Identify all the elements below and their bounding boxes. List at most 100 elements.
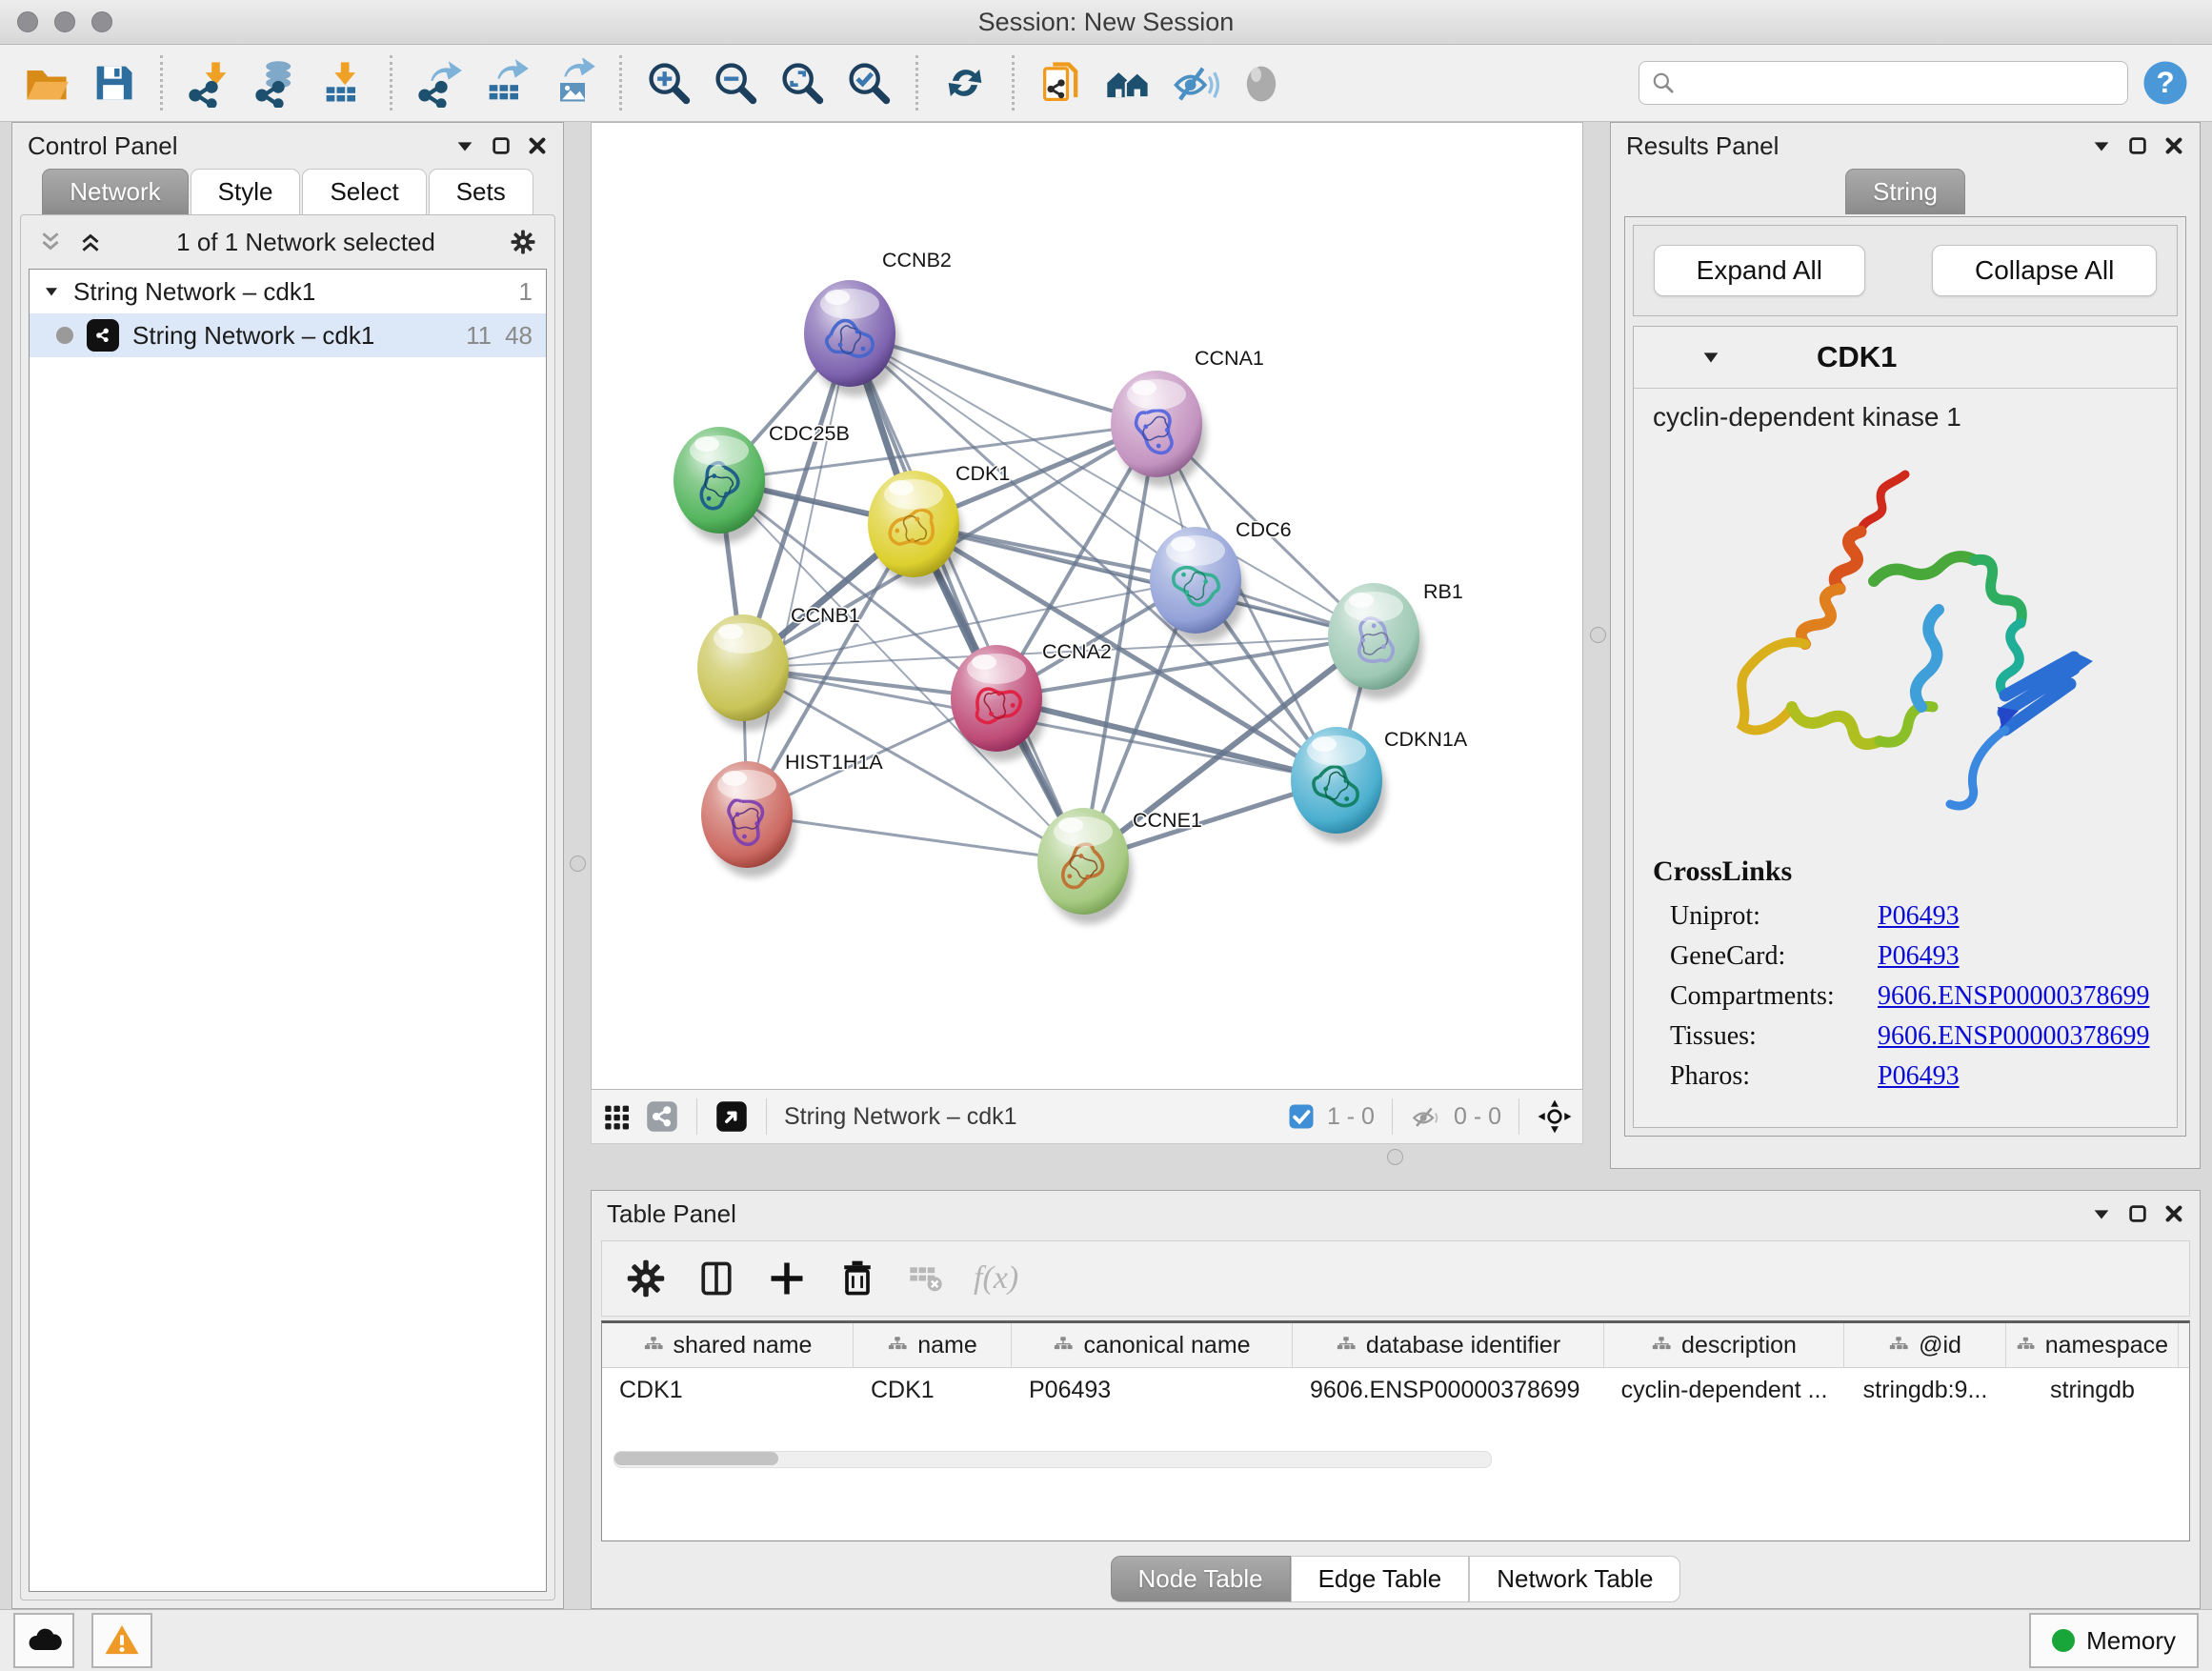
collapse-all-networks-icon[interactable] (38, 230, 63, 254)
float-panel-icon[interactable] (2127, 135, 2148, 156)
network-node-CDC6[interactable] (1150, 527, 1241, 634)
crosslink-link[interactable]: 9606.ENSP00000378699 (1878, 981, 2149, 1012)
table-cell[interactable]: P06493 (1012, 1368, 1293, 1412)
collection-expand-icon[interactable] (43, 283, 60, 300)
table-cell[interactable]: stringdb:9... (1844, 1368, 2006, 1412)
tab-network-table[interactable]: Network Table (1469, 1556, 1680, 1602)
warnings-button[interactable] (91, 1613, 152, 1668)
network-node-CDKN1A[interactable] (1291, 727, 1382, 834)
table-options-gear-icon[interactable] (625, 1258, 667, 1299)
import-table-button[interactable] (313, 53, 372, 112)
float-panel-icon[interactable] (491, 135, 512, 156)
gene-collapse-icon[interactable] (1700, 347, 1721, 368)
tab-edge-table[interactable]: Edge Table (1291, 1556, 1470, 1602)
table-cell[interactable]: cyclin-dependent ... (1604, 1368, 1844, 1412)
search-box[interactable] (1639, 61, 2128, 105)
window-controls[interactable] (17, 11, 112, 32)
tab-style[interactable]: Style (191, 169, 301, 214)
float-panel-icon[interactable] (2127, 1203, 2148, 1224)
tab-string[interactable]: String (1845, 169, 1965, 214)
zoom-selected-button[interactable] (839, 53, 898, 112)
help-button[interactable]: ? (2136, 53, 2195, 112)
search-input[interactable] (1685, 69, 2116, 97)
tab-node-table[interactable]: Node Table (1111, 1556, 1291, 1602)
column-header-database-identifier[interactable]: database identifier (1293, 1323, 1604, 1367)
network-node-CCNB2[interactable] (804, 280, 895, 387)
export-table-button[interactable] (476, 53, 535, 112)
refresh-button[interactable] (935, 53, 995, 112)
selected-checkbox-icon[interactable] (1287, 1102, 1316, 1131)
maximize-window-button[interactable] (91, 11, 112, 32)
horizontal-splitter[interactable] (591, 1144, 1583, 1169)
table-cell[interactable]: 9606.ENSP00000378699 (1293, 1368, 1604, 1412)
tab-network[interactable]: Network (42, 169, 188, 214)
expand-all-networks-icon[interactable] (78, 230, 103, 254)
table-cell[interactable]: CDK1 (602, 1368, 854, 1412)
table-cell[interactable]: stringdb (2006, 1368, 2179, 1412)
network-node-CCNA2[interactable] (951, 645, 1042, 752)
share-view-icon[interactable] (645, 1099, 679, 1134)
birdseye-view-icon[interactable] (714, 1099, 749, 1134)
network-node-CCNA1[interactable] (1111, 371, 1202, 477)
network-node-CCNB1[interactable] (697, 614, 789, 721)
minimize-window-button[interactable] (54, 11, 75, 32)
splitter-handle[interactable] (570, 856, 586, 872)
table-row[interactable]: CDK1CDK1P064939606.ENSP00000378699cyclin… (602, 1368, 2189, 1412)
network-options-gear-icon[interactable] (509, 228, 537, 256)
network-view-canvas[interactable]: CCNB2CCNA1CDC25BCDK1CDC6RB1CCNB1CCNA2CDK… (591, 122, 1583, 1090)
close-window-button[interactable] (17, 11, 38, 32)
close-panel-icon[interactable] (527, 135, 548, 156)
import-network-button[interactable] (180, 53, 239, 112)
crosslink-link[interactable]: P06493 (1878, 1061, 1960, 1092)
zoom-fit-button[interactable] (773, 53, 832, 112)
hide-panel-button[interactable] (1165, 53, 1224, 112)
splitter-handle[interactable] (1590, 627, 1606, 643)
expand-all-button[interactable]: Expand All (1654, 245, 1865, 296)
table-cell[interactable]: CDK1 (854, 1368, 1012, 1412)
column-header-name[interactable]: name (854, 1323, 1012, 1367)
network-node-CDK1[interactable] (868, 471, 959, 577)
delete-column-icon[interactable] (836, 1258, 878, 1299)
right-splitter[interactable] (1583, 122, 1610, 1169)
collapse-panel-icon[interactable] (2091, 1203, 2112, 1224)
gene-card-header[interactable]: CDK1 (1634, 327, 2177, 389)
export-network-button[interactable] (410, 53, 469, 112)
zoom-out-button[interactable] (706, 53, 765, 112)
column-header-description[interactable]: description (1604, 1323, 1844, 1367)
tab-sets[interactable]: Sets (429, 169, 533, 214)
close-panel-icon[interactable] (2163, 1203, 2184, 1224)
show-panel-button[interactable] (1232, 53, 1291, 112)
import-database-button[interactable] (247, 53, 306, 112)
view-grid-icon[interactable] (601, 1100, 633, 1133)
copy-network-button[interactable] (1032, 53, 1091, 112)
memory-button[interactable]: Memory (2029, 1613, 2199, 1668)
crosslink-link[interactable]: 9606.ENSP00000378699 (1878, 1021, 2149, 1052)
column-header--id[interactable]: @id (1844, 1323, 2006, 1367)
zoom-in-button[interactable] (639, 53, 698, 112)
scrollbar-thumb[interactable] (614, 1452, 778, 1465)
collapse-panel-icon[interactable] (454, 135, 475, 156)
splitter-handle[interactable] (1387, 1149, 1403, 1165)
tab-select[interactable]: Select (302, 169, 426, 214)
table-horizontal-scrollbar[interactable] (613, 1451, 1492, 1468)
collapse-panel-icon[interactable] (2091, 135, 2112, 156)
column-header-namespace[interactable]: namespace (2006, 1323, 2179, 1367)
pan-navigation-icon[interactable] (1537, 1098, 1573, 1135)
left-splitter[interactable] (564, 122, 591, 1609)
crosslink-link[interactable]: P06493 (1878, 901, 1960, 932)
network-collection-row[interactable]: String Network – cdk1 1 (30, 270, 546, 313)
column-header-canonical-name[interactable]: canonical name (1012, 1323, 1293, 1367)
close-panel-icon[interactable] (2163, 135, 2184, 156)
network-row-selected[interactable]: String Network – cdk1 11 48 (30, 313, 546, 357)
cloud-status-button[interactable] (13, 1613, 74, 1668)
open-session-button[interactable] (17, 53, 76, 112)
crosslink-link[interactable]: P06493 (1878, 941, 1960, 972)
save-session-button[interactable] (84, 53, 143, 112)
collapse-all-button[interactable]: Collapse All (1932, 245, 2157, 296)
export-image-button[interactable] (543, 53, 602, 112)
home-button[interactable] (1098, 53, 1157, 112)
add-column-icon[interactable] (766, 1258, 808, 1299)
show-columns-icon[interactable] (695, 1258, 737, 1299)
column-header-shared-name[interactable]: shared name (602, 1323, 854, 1367)
network-node-RB1[interactable] (1328, 583, 1419, 690)
